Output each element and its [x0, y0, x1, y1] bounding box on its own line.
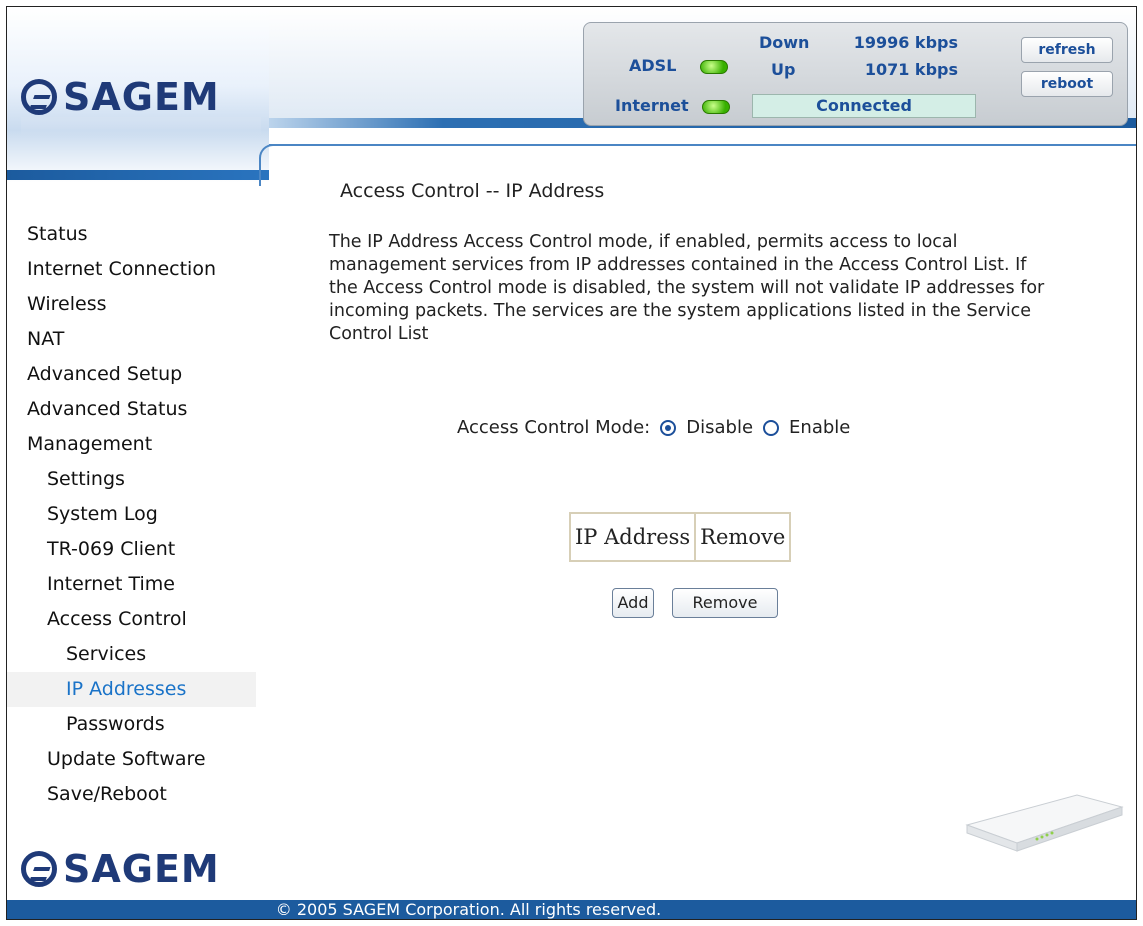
sagem-logo-icon: [21, 851, 57, 887]
sidebar-item-status[interactable]: Status: [7, 217, 269, 252]
sidebar-nav: Status Internet Connection Wireless NAT Adva…: [7, 217, 269, 812]
disable-option-label[interactable]: Disable: [686, 417, 753, 438]
sidebar-item-system-log[interactable]: System Log: [7, 497, 269, 532]
remove-button[interactable]: Remove: [672, 588, 778, 618]
sidebar-item-settings[interactable]: Settings: [7, 462, 269, 497]
sidebar-item-update-software[interactable]: Update Software: [7, 742, 269, 777]
logo-text-bottom: SAGEM: [63, 847, 220, 891]
sagem-logo: SAGEM: [21, 75, 220, 119]
ip-address-column-header: IP Address: [568, 512, 697, 562]
connection-status-panel: ADSL Internet Down 19996 kbps Up 1071 kb…: [583, 22, 1128, 126]
sidebar-item-nat[interactable]: NAT: [7, 322, 269, 357]
content-corner-curve: [259, 144, 275, 186]
adsl-label: ADSL: [629, 56, 677, 75]
sagem-logo-icon: [21, 79, 57, 115]
connection-status-badge: Connected: [752, 94, 976, 118]
page-title: Access Control -- IP Address: [340, 180, 605, 202]
logo-header-panel: SAGEM: [7, 7, 269, 183]
ip-address-table: IP Address Remove: [568, 512, 792, 562]
sidebar-item-advanced-status[interactable]: Advanced Status: [7, 392, 269, 427]
enable-radio[interactable]: [763, 419, 780, 436]
remove-column-header: Remove: [694, 512, 792, 562]
internet-label: Internet: [615, 96, 689, 115]
content-divider-line: [269, 144, 1136, 146]
router-admin-window: SAGEM ADSL Internet Down 19996 kbps Up 1…: [6, 6, 1137, 920]
router-device-image: [965, 794, 1124, 852]
sidebar-item-access-control[interactable]: Access Control: [7, 602, 269, 637]
sidebar-item-save-reboot[interactable]: Save/Reboot: [7, 777, 269, 812]
table-header-row: IP Address Remove: [568, 512, 792, 562]
down-rate: 19996 kbps: [853, 33, 958, 52]
logo-reflection: [21, 117, 261, 137]
sagem-logo-bottom: SAGEM: [21, 847, 220, 891]
access-control-mode-label: Access Control Mode:: [457, 417, 651, 438]
logo-underline: [7, 170, 269, 180]
sidebar-item-services[interactable]: Services: [7, 637, 269, 672]
internet-led-icon: [702, 100, 730, 114]
sidebar-item-tr-069-client[interactable]: TR-069 Client: [7, 532, 269, 567]
reboot-button[interactable]: reboot: [1021, 71, 1113, 97]
footer-bar: © 2005 SAGEM Corporation. All rights res…: [7, 900, 1136, 919]
page-description: The IP Address Access Control mode, if e…: [329, 232, 1045, 344]
logo-text: SAGEM: [63, 75, 220, 119]
up-label: Up: [771, 60, 796, 79]
adsl-led-icon: [700, 60, 728, 74]
disable-radio[interactable]: [660, 419, 677, 436]
add-button[interactable]: Add: [612, 588, 654, 618]
sidebar-item-advanced-setup[interactable]: Advanced Setup: [7, 357, 269, 392]
enable-option-label[interactable]: Enable: [789, 417, 850, 438]
sidebar-item-ip-addresses[interactable]: IP Addresses: [7, 672, 256, 707]
sidebar-item-wireless[interactable]: Wireless: [7, 287, 269, 322]
sidebar-item-passwords[interactable]: Passwords: [7, 707, 269, 742]
copyright-text: © 2005 SAGEM Corporation. All rights res…: [275, 900, 662, 919]
sidebar-item-internet-time[interactable]: Internet Time: [7, 567, 269, 602]
sidebar-item-management[interactable]: Management: [7, 427, 269, 462]
access-control-mode-row: Access Control Mode: Disable Enable: [457, 417, 850, 438]
refresh-button[interactable]: refresh: [1021, 37, 1113, 63]
down-label: Down: [759, 33, 810, 52]
sidebar-item-internet-connection[interactable]: Internet Connection: [7, 252, 269, 287]
up-rate: 1071 kbps: [864, 60, 958, 79]
